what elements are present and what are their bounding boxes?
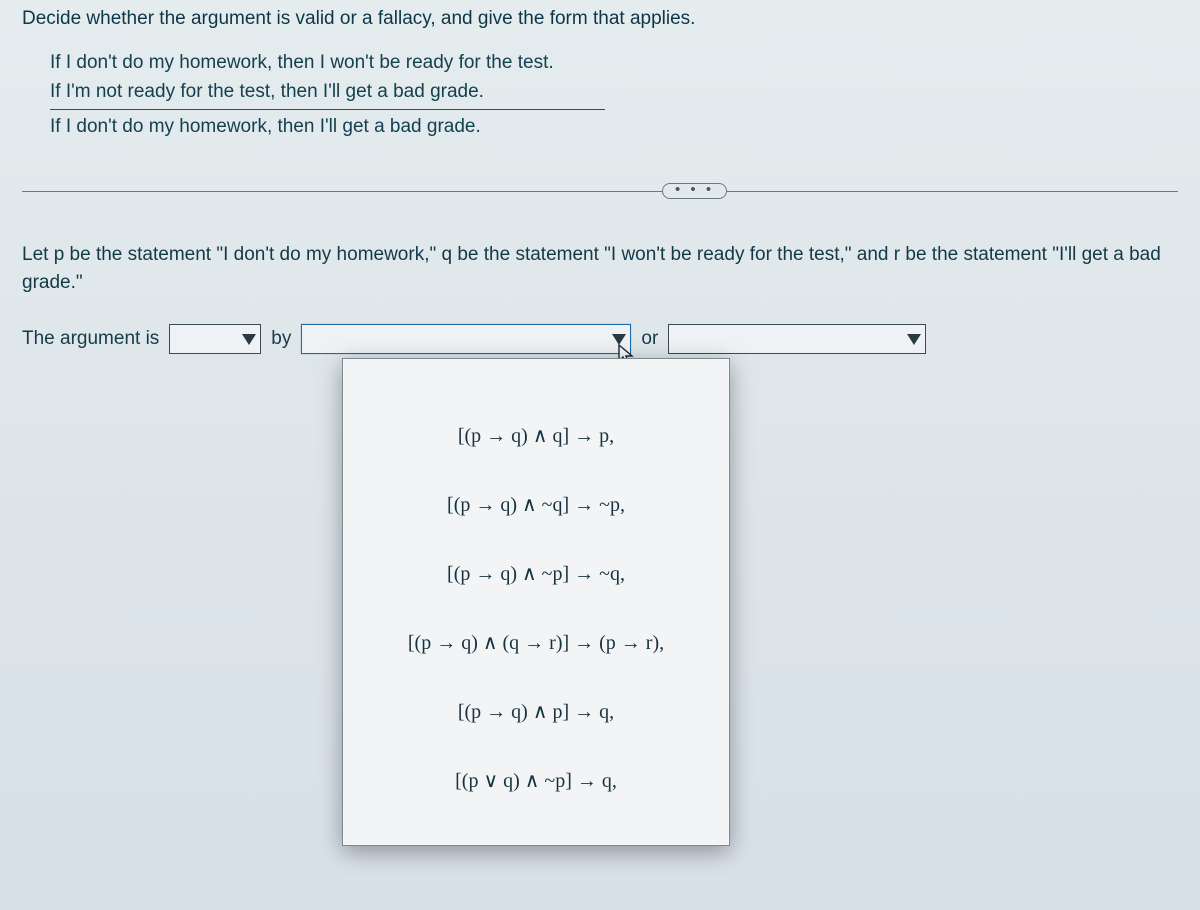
divider-line-right [727, 191, 1178, 192]
dropdown-option[interactable]: [(p → q) ∧ ~q] → ~p, [343, 470, 729, 539]
question-prompt: Decide whether the argument is valid or … [22, 8, 1178, 30]
chevron-down-icon [242, 334, 256, 345]
form-select-secondary[interactable] [668, 324, 926, 354]
premise-1: If I don't do my homework, then I won't … [50, 48, 554, 77]
premise-divider [50, 109, 605, 110]
conclusion: If I don't do my homework, then I'll get… [50, 112, 481, 141]
dropdown-option[interactable]: [(p → q) ∧ ~p] → ~q, [343, 539, 729, 608]
chevron-down-icon [612, 334, 626, 345]
variable-definition: Let p be the statement "I don't do my ho… [22, 241, 1178, 296]
dropdown-option[interactable]: [(p → q) ∧ p] → q, [343, 677, 729, 746]
dropdown-option[interactable]: [(p → q) ∧ (q → r)] → (p → r), [343, 608, 729, 677]
answer-lead-text: The argument is [22, 328, 159, 350]
validity-select[interactable] [169, 324, 261, 354]
by-text: by [271, 328, 291, 350]
question-content: Decide whether the argument is valid or … [0, 0, 1200, 354]
dropdown-option[interactable]: [(p → q) ∧ q] → p, [343, 401, 729, 470]
argument-conclusion-wrap: If I don't do my homework, then I'll get… [50, 112, 1178, 141]
argument-premises: If I don't do my homework, then I won't … [50, 48, 1178, 107]
or-text: or [641, 328, 658, 350]
form-select-primary[interactable] [301, 324, 631, 354]
ellipsis-button[interactable]: • • • [662, 183, 727, 199]
form-dropdown-panel: [(p → q) ∧ q] → p, [(p → q) ∧ ~q] → ~p, … [342, 358, 730, 846]
dropdown-option[interactable]: [(p ∨ q) ∧ ~p] → q, [343, 746, 729, 815]
section-divider: • • • [22, 183, 1178, 199]
premise-2: If I'm not ready for the test, then I'll… [50, 77, 484, 106]
answer-row: The argument is by or [22, 324, 1178, 354]
divider-line-left [22, 191, 662, 192]
chevron-down-icon [907, 334, 921, 345]
